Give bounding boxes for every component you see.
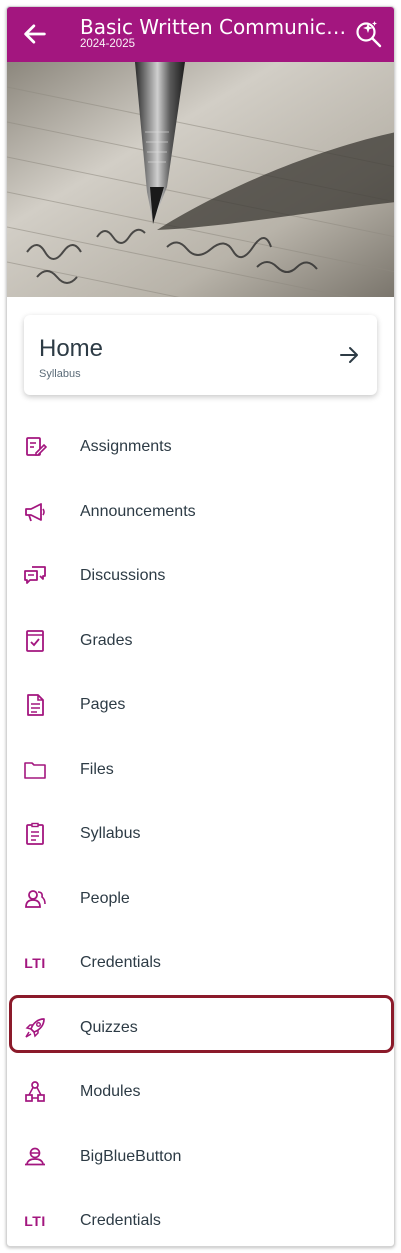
- nav-item-credentials-2[interactable]: LTI Credentials: [7, 1189, 394, 1246]
- nav-item-bigbluebutton[interactable]: BigBlueButton: [7, 1125, 394, 1190]
- nav-item-pages[interactable]: Pages: [7, 673, 394, 738]
- nav-label: People: [80, 889, 130, 907]
- nav-item-people[interactable]: People: [7, 867, 394, 932]
- folder-icon: [24, 761, 46, 779]
- syllabus-icon: [26, 823, 44, 846]
- nav-label: Modules: [80, 1083, 141, 1101]
- nav-label: Credentials: [80, 954, 161, 972]
- nav-label: Announcements: [80, 502, 196, 520]
- course-term: 2024-2025: [80, 38, 135, 50]
- megaphone-icon: [25, 502, 45, 522]
- app-frame: Basic Written Communicati… 2024-2025 Hom…: [6, 6, 395, 1247]
- nav-item-credentials[interactable]: LTI Credentials: [7, 931, 394, 996]
- home-card[interactable]: Home Syllabus: [24, 315, 377, 395]
- fountain-pen-photo: [7, 62, 394, 297]
- nav-label: Credentials: [80, 1212, 161, 1230]
- course-navigation: Assignments Announcements Discussions Gr…: [7, 415, 394, 1246]
- people-icon: [25, 889, 46, 908]
- discussion-icon: [24, 566, 46, 585]
- nav-label: Pages: [80, 696, 126, 714]
- arrow-right-icon: [340, 347, 358, 363]
- conference-icon: [25, 1147, 45, 1166]
- nav-item-grades[interactable]: Grades: [7, 609, 394, 674]
- modules-icon: [25, 1081, 45, 1103]
- nav-item-syllabus[interactable]: Syllabus: [7, 802, 394, 867]
- nav-label: Files: [80, 760, 114, 778]
- nav-label: BigBlueButton: [80, 1147, 182, 1165]
- nav-item-announcements[interactable]: Announcements: [7, 480, 394, 545]
- gradebook-icon: [26, 629, 44, 652]
- lti-icon: LTI: [24, 1213, 46, 1230]
- course-header: Basic Written Communicati… 2024-2025: [7, 7, 394, 62]
- arrow-left-icon[interactable]: [21, 20, 49, 48]
- search-ai-icon[interactable]: [354, 18, 384, 48]
- home-title: Home: [39, 335, 104, 362]
- nav-label: Grades: [80, 631, 133, 649]
- nav-label: Assignments: [80, 438, 172, 456]
- quizzes-highlight-box: [9, 995, 394, 1053]
- home-subtitle: Syllabus: [39, 368, 81, 380]
- nav-item-assignments[interactable]: Assignments: [7, 415, 394, 480]
- assignment-icon: [26, 437, 47, 457]
- nav-item-modules[interactable]: Modules: [7, 1060, 394, 1125]
- course-title: Basic Written Communicati…: [80, 16, 350, 38]
- nav-label: Syllabus: [80, 825, 141, 843]
- nav-item-discussions[interactable]: Discussions: [7, 544, 394, 609]
- course-banner-image: [7, 62, 394, 297]
- course-title-block: Basic Written Communicati… 2024-2025: [80, 16, 350, 51]
- document-icon: [27, 694, 44, 717]
- nav-item-files[interactable]: Files: [7, 738, 394, 803]
- lti-icon: LTI: [24, 955, 46, 972]
- nav-label: Discussions: [80, 567, 166, 585]
